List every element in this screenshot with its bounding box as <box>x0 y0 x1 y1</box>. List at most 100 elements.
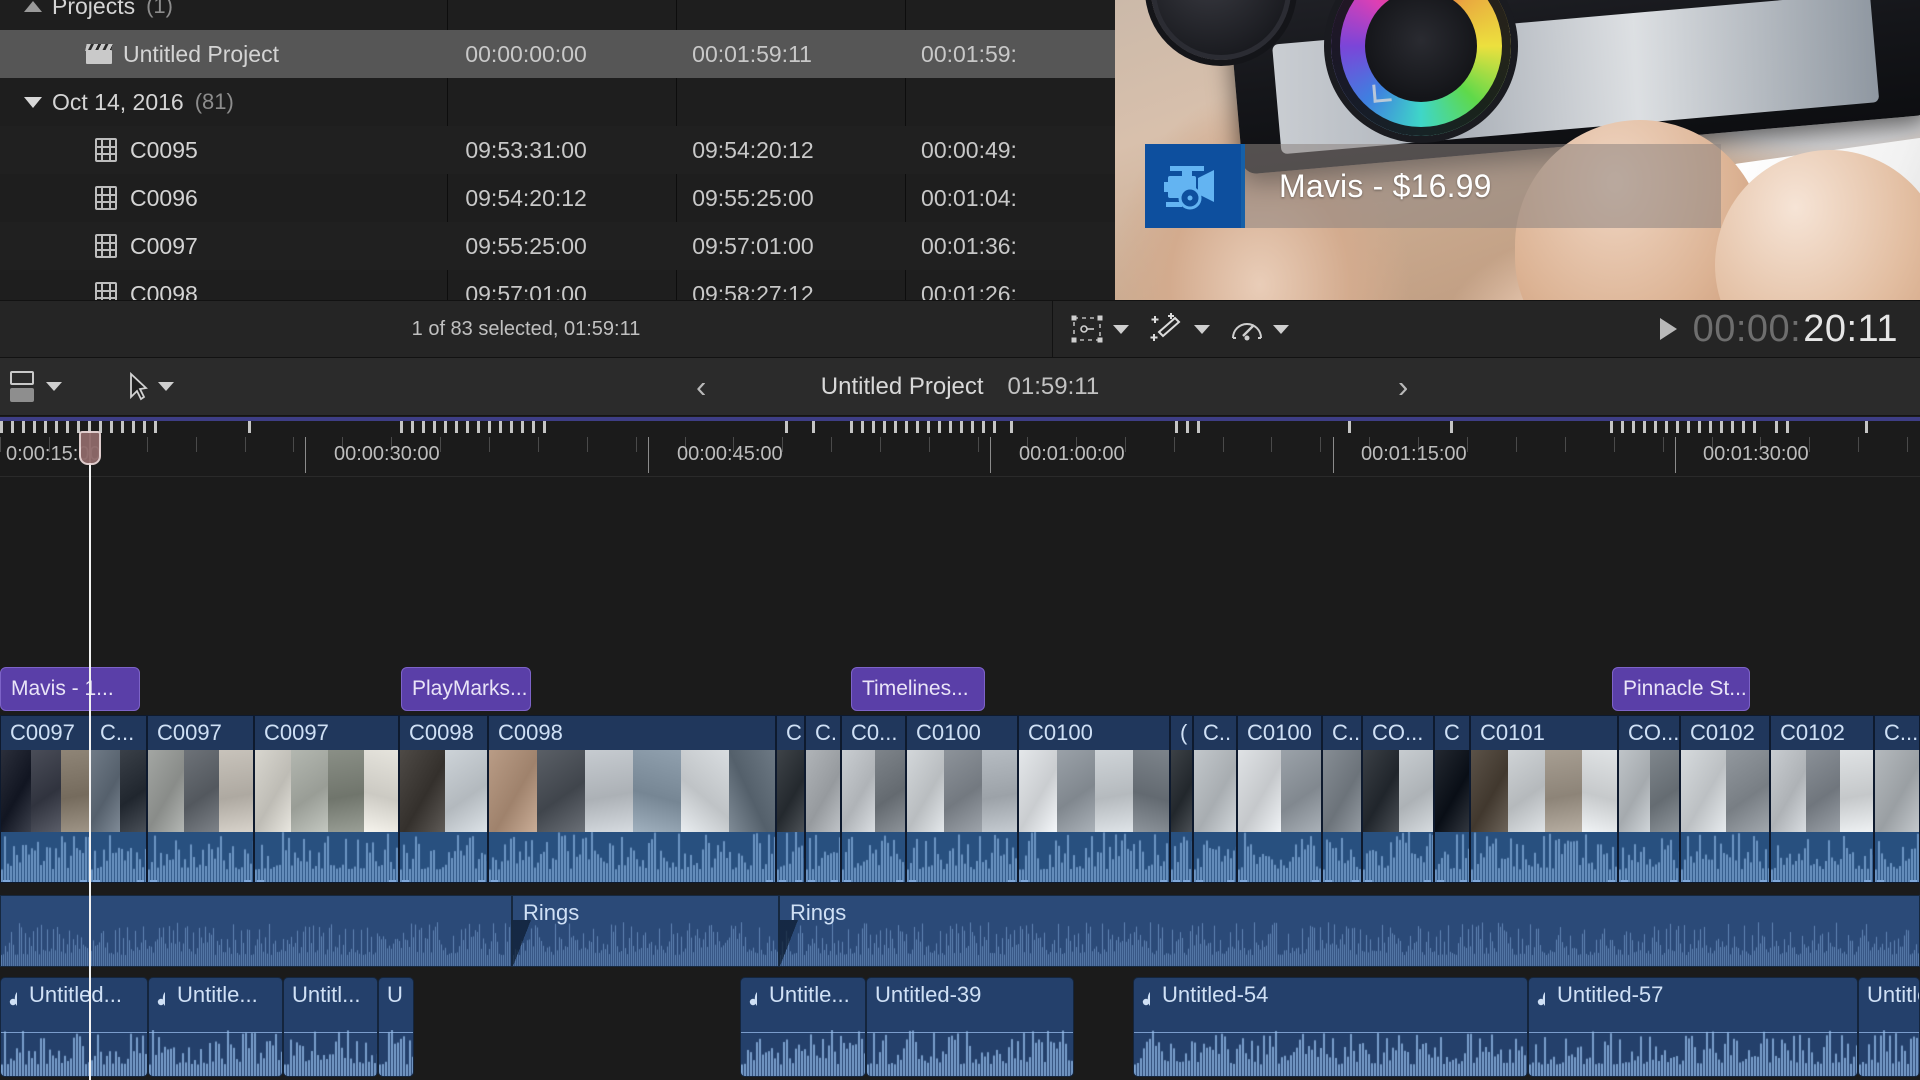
clip-handle-dot[interactable] <box>1008 880 1015 882</box>
title-clip[interactable]: Pinnacle St... <box>1612 667 1750 711</box>
clip-handle-dot[interactable] <box>1910 880 1917 882</box>
clip-handle-dot[interactable] <box>93 880 100 882</box>
music-lane[interactable]: Rings Rings <box>0 895 1920 967</box>
playhead[interactable] <box>79 431 101 1080</box>
clip-handle-dot[interactable] <box>150 880 157 882</box>
video-clip[interactable]: CO... <box>1362 715 1434 883</box>
video-clip[interactable]: C0097 <box>0 715 90 883</box>
chevron-down-icon[interactable] <box>158 382 174 391</box>
video-clip[interactable]: C0098 <box>488 715 776 883</box>
video-clip[interactable]: C0097 <box>254 715 399 883</box>
audio-clip[interactable]: Untitled-54 <box>1133 977 1528 1077</box>
clip-handle-dot[interactable] <box>1424 880 1431 882</box>
clip-handle-dot[interactable] <box>1473 880 1480 882</box>
clip-handle-dot[interactable] <box>1352 880 1359 882</box>
play-icon[interactable] <box>1659 318 1677 340</box>
clip-handle-dot[interactable] <box>3 880 10 882</box>
browser-row[interactable]: Untitled Project 00:00:00:00 00:01:59:11 00… <box>0 30 1115 78</box>
video-clip[interactable]: C <box>1434 715 1470 883</box>
music-clip[interactable]: Rings <box>512 895 779 967</box>
clip-handle-dot[interactable] <box>1021 880 1028 882</box>
video-clip[interactable]: CO... <box>1618 715 1680 883</box>
clip-handle-dot[interactable] <box>779 880 786 882</box>
browser-row[interactable]: C0095 09:53:31:00 09:54:20:12 00:00:49: <box>0 126 1115 174</box>
audio-lane[interactable]: Untitled... Untitle... Untitl... U Untitle..… <box>0 977 1920 1080</box>
chevron-down-icon[interactable] <box>1273 324 1289 334</box>
clip-handle-dot[interactable] <box>909 880 916 882</box>
disclosure-triangle-collapsed-icon[interactable] <box>24 0 42 12</box>
clip-handle-dot[interactable] <box>844 880 851 882</box>
clip-handle-dot[interactable] <box>244 880 251 882</box>
clip-handle-dot[interactable] <box>1683 880 1690 882</box>
titles-lane[interactable]: Mavis - 1... PlayMarks... Timelines... Pinn… <box>0 667 1920 713</box>
audio-clip[interactable]: U <box>378 977 414 1077</box>
clip-handle-dot[interactable] <box>1196 880 1203 882</box>
clip-handle-dot[interactable] <box>478 880 485 882</box>
video-clip[interactable]: ( <box>1170 715 1193 883</box>
retime-tool-button[interactable] <box>1230 314 1289 344</box>
browser-group-row[interactable]: Projects (1) <box>0 0 1115 30</box>
clip-handle-dot[interactable] <box>137 880 144 882</box>
effects-tool-button[interactable] <box>1149 312 1210 346</box>
chevron-down-icon[interactable] <box>46 382 62 391</box>
browser-row[interactable]: C0096 09:54:20:12 09:55:25:00 00:01:04: <box>0 174 1115 222</box>
clip-handle-dot[interactable] <box>80 880 87 882</box>
browser-row[interactable]: C0098 09:57:01:00 09:58:27:12 00:01:26: <box>0 270 1115 300</box>
disclosure-triangle-expanded-icon[interactable] <box>24 96 42 108</box>
fade-handle[interactable] <box>513 920 531 966</box>
clip-handle-dot[interactable] <box>1864 880 1871 882</box>
browser-row[interactable]: C0097 09:55:25:00 09:57:01:00 00:01:36: <box>0 222 1115 270</box>
clip-handle-dot[interactable] <box>808 880 815 882</box>
clip-handle-dot[interactable] <box>491 880 498 882</box>
clip-handle-dot[interactable] <box>1227 880 1234 882</box>
audio-clip[interactable]: Untitled... <box>0 977 148 1077</box>
title-clip[interactable]: PlayMarks... <box>401 667 531 711</box>
timeline-panel[interactable]: 0:00:15:00 00:00:30:00 00:00:45:00 00:01:00… <box>0 417 1920 1080</box>
timeline-ruler[interactable]: 0:00:15:00 00:00:30:00 00:00:45:00 00:01:00… <box>0 433 1920 477</box>
browser-group-row[interactable]: Oct 14, 2016 (81) <box>0 78 1115 126</box>
video-clip[interactable]: C0098 <box>399 715 488 883</box>
music-clip[interactable]: Rings <box>779 895 1920 967</box>
clip-handle-dot[interactable] <box>1325 880 1332 882</box>
browser-list[interactable]: Projects (1) Untitled Project 00:00:00:00 00… <box>0 0 1115 300</box>
video-clip[interactable]: C0102 <box>1680 715 1770 883</box>
video-clip[interactable]: C0... <box>841 715 906 883</box>
transform-tool-button[interactable] <box>1070 314 1129 344</box>
viewer-tool-buttons[interactable] <box>1070 301 1289 357</box>
playhead-handle[interactable] <box>79 431 101 465</box>
fade-handle[interactable] <box>780 920 798 966</box>
chevron-down-icon[interactable] <box>1194 324 1210 334</box>
video-clip[interactable]: C0102 <box>1770 715 1874 883</box>
video-clip[interactable]: C0100 <box>906 715 1018 883</box>
audio-clip[interactable]: Untitle... <box>148 977 283 1077</box>
clip-handle-dot[interactable] <box>1760 880 1767 882</box>
clip-handle-dot[interactable] <box>1877 880 1884 882</box>
video-clip[interactable]: C0100 <box>1237 715 1322 883</box>
clip-handle-dot[interactable] <box>257 880 264 882</box>
video-clip[interactable]: C... <box>90 715 147 883</box>
video-clip[interactable]: C <box>776 715 805 883</box>
audio-clip[interactable]: Untitle... <box>740 977 866 1077</box>
clip-handle-dot[interactable] <box>1621 880 1628 882</box>
video-clip[interactable]: C0101 <box>1470 715 1618 883</box>
clip-handle-dot[interactable] <box>1365 880 1372 882</box>
video-clip[interactable]: C. <box>805 715 841 883</box>
primary-storyline[interactable]: C0097 C... C0097 C0097 C0098 C0098 C C. C0... C01… <box>0 715 1920 887</box>
clip-handle-dot[interactable] <box>1608 880 1615 882</box>
title-clip[interactable]: Timelines... <box>851 667 985 711</box>
clip-handle-dot[interactable] <box>1670 880 1677 882</box>
audio-clip[interactable]: Untitled <box>1858 977 1920 1077</box>
clip-handle-dot[interactable] <box>1173 880 1180 882</box>
chevron-down-icon[interactable] <box>1113 324 1129 334</box>
video-clip[interactable]: C... <box>1874 715 1920 883</box>
timeline-history-back-button[interactable]: ‹ <box>690 371 712 402</box>
clip-handle-dot[interactable] <box>896 880 903 882</box>
clip-handle-dot[interactable] <box>1183 880 1190 882</box>
viewer-timecode[interactable]: 00:00: 20:11 <box>1659 301 1898 357</box>
clip-handle-dot[interactable] <box>1773 880 1780 882</box>
clip-handle-dot[interactable] <box>1160 880 1167 882</box>
video-clip[interactable]: C.. <box>1193 715 1237 883</box>
video-clip[interactable]: C0100 <box>1018 715 1170 883</box>
title-clip[interactable]: Mavis - 1... <box>0 667 140 711</box>
clip-handle-dot[interactable] <box>1240 880 1247 882</box>
